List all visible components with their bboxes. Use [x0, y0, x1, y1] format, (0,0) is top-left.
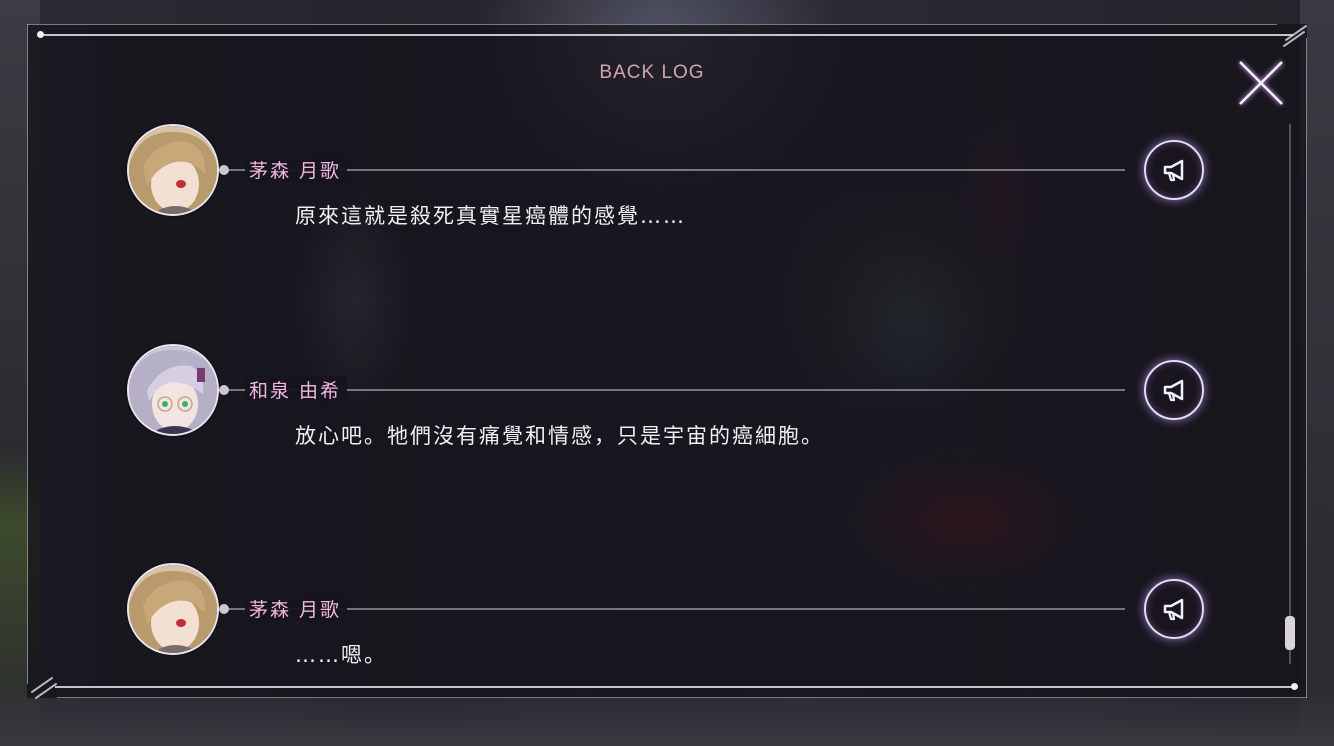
close-button[interactable]	[1230, 52, 1292, 114]
log-entry: 和泉 由希 放心吧。牠們沒有痛覺和情感，只是宇宙的癌細胞。	[27, 344, 1277, 464]
megaphone-icon	[1163, 379, 1184, 402]
name-divider-dot	[219, 604, 229, 614]
dialogue-text: 原來這就是殺死真實星癌體的感覺……	[295, 204, 686, 228]
log-entry: 茅森 月歌 ……嗯。	[27, 563, 1277, 683]
name-divider	[223, 608, 1125, 610]
log-entry: 茅森 月歌 原來這就是殺死真實星癌體的感覺……	[27, 124, 1277, 244]
megaphone-icon	[1163, 159, 1184, 182]
speaker-name: 和泉 由希	[245, 376, 348, 403]
megaphone-icon	[1163, 598, 1184, 621]
speaker-name: 茅森 月歌	[245, 156, 348, 183]
voice-replay-button[interactable]	[1144, 360, 1204, 420]
name-divider	[223, 389, 1125, 391]
voice-replay-button[interactable]	[1144, 140, 1204, 200]
speaker-avatar	[127, 124, 219, 216]
scrollbar-thumb[interactable]	[1285, 616, 1295, 650]
name-divider-dot	[219, 385, 229, 395]
backlog-panel: BACK LOG 茅森 月歌 原來這就是殺死真實星癌體的感覺…… 和泉 由希 放…	[27, 24, 1308, 700]
voice-replay-button[interactable]	[1144, 579, 1204, 639]
speaker-avatar	[127, 344, 219, 436]
backlog-title: BACK LOG	[599, 62, 705, 83]
name-divider	[223, 169, 1125, 171]
speaker-name: 茅森 月歌	[245, 595, 348, 622]
name-divider-dot	[219, 165, 229, 175]
dialogue-text: 放心吧。牠們沒有痛覺和情感，只是宇宙的癌細胞。	[295, 424, 824, 448]
close-icon	[1238, 60, 1284, 106]
dialogue-text: ……嗯。	[295, 643, 387, 667]
speaker-avatar	[127, 563, 219, 655]
scrollbar-track[interactable]	[1289, 124, 1291, 664]
